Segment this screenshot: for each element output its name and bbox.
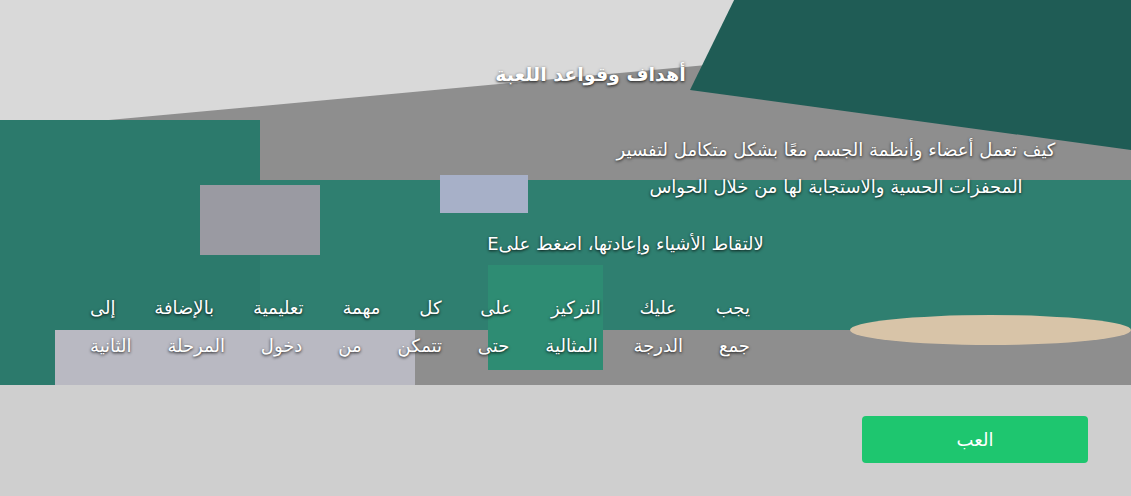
title: أهداف وقواعد اللعبة — [495, 62, 686, 87]
rules-overlay: أهداف وقواعد اللعبة كيف تعمل أعضاء وأنظمة… — [0, 0, 1131, 496]
text-line: كيف تعمل أعضاء وأنظمة الجسم معًا بشكل مت… — [551, 131, 1121, 168]
task-paragraph: يجب عليك التركيز على كل مهمة تعليمية بال… — [90, 289, 750, 365]
controls-paragraph: لالتقاط الأشياء وإعادتها، اضغط علىE — [487, 229, 764, 259]
goal-paragraph: كيف تعمل أعضاء وأنظمة الجسم معًا بشكل مت… — [551, 131, 1121, 205]
text-line: لالتقاط الأشياء وإعادتها، اضغط علىE — [487, 229, 764, 259]
text-line: جمع الدرجة المثالية حتى تتمكن من دخول ال… — [90, 327, 750, 365]
game-rules-screen: أهداف وقواعد اللعبة كيف تعمل أعضاء وأنظمة… — [0, 0, 1131, 496]
text-line: يجب عليك التركيز على كل مهمة تعليمية بال… — [90, 289, 750, 327]
cabinet — [440, 175, 528, 213]
teal-wall-top — [690, 0, 1131, 150]
text-line: المحفزات الحسية والاستجابة لها من خلال ا… — [551, 168, 1121, 205]
table — [850, 315, 1131, 345]
stove-hood — [200, 185, 320, 255]
play-button[interactable]: العب — [862, 416, 1088, 463]
